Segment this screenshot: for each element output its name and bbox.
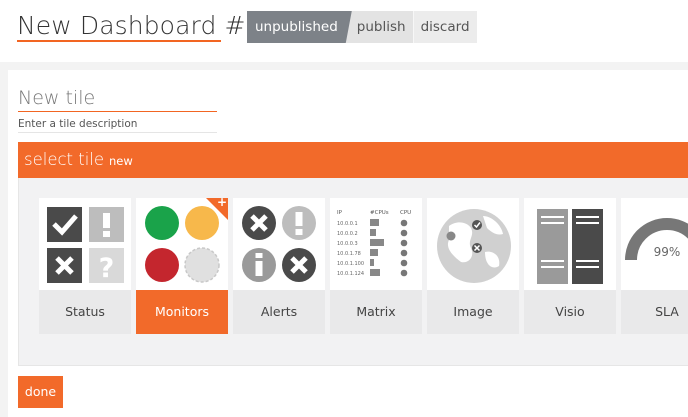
matrix-ip: 10.0.1.124 [337, 271, 364, 277]
tile-name-underline [18, 111, 217, 112]
tile-label: Image [427, 290, 519, 334]
matrix-ip: 10.0.0.3 [337, 241, 358, 247]
tile-visio[interactable]: Visio [524, 198, 616, 334]
tile-description-input[interactable]: Enter a tile description [18, 117, 137, 131]
matrix-ip: 10.0.0.2 [337, 231, 358, 237]
title-underline [17, 40, 221, 42]
sla-icon: 99% [621, 198, 688, 290]
visio-icon [524, 198, 616, 290]
sla-value-label: 99% [654, 245, 681, 259]
matrix-header-cpus: #CPUs [370, 210, 389, 216]
dashboard-header: New Dashboard #2 unpublished publish dis… [0, 0, 688, 62]
tile-sla[interactable]: 99% SLA [621, 198, 688, 334]
done-button[interactable]: done [18, 376, 63, 408]
tile-label: Alerts [233, 290, 325, 334]
tile-monitors[interactable]: + Monitors [136, 195, 228, 334]
select-tile-bar: select tile new [18, 142, 688, 178]
alerts-icon [233, 198, 325, 290]
matrix-ip: 10.0.1.100 [337, 261, 364, 267]
add-icon: + [216, 195, 227, 209]
unpublished-status[interactable]: unpublished [247, 11, 352, 43]
dashboard-title-input[interactable]: New Dashboard #2 [17, 10, 262, 42]
matrix-header-cpu: CPU [400, 210, 411, 216]
publish-status-group: unpublished publish discard [247, 11, 477, 43]
tile-label: Status [39, 290, 131, 334]
matrix-header-ip: IP [337, 210, 343, 216]
svg-text:?: ? [99, 253, 115, 284]
new-tile-link[interactable]: new [109, 154, 133, 168]
tile-label: SLA [621, 290, 688, 334]
image-icon [427, 198, 519, 290]
tile-status[interactable]: ? Status [39, 198, 131, 334]
tile-name-input[interactable]: New tile [18, 86, 95, 110]
tile-image[interactable]: Image [427, 198, 519, 334]
tile-alerts[interactable]: Alerts [233, 198, 325, 334]
matrix-ip: 10.0.1.78 [337, 251, 361, 257]
tile-matrix[interactable]: IP #CPUs CPU 10.0.0.1 10.0.0.2 10.0.0.3 … [330, 198, 422, 334]
tile-label: Visio [524, 290, 616, 334]
tile-description-underline [18, 132, 217, 133]
matrix-ip: 10.0.0.1 [337, 221, 358, 227]
status-icon: ? [39, 198, 131, 290]
tile-label: Matrix [330, 290, 422, 334]
discard-button[interactable]: discard [412, 11, 477, 43]
matrix-icon: IP #CPUs CPU 10.0.0.1 10.0.0.2 10.0.0.3 … [330, 198, 422, 290]
publish-button[interactable]: publish [345, 11, 413, 43]
tile-label: Monitors [136, 290, 228, 334]
select-tile-title: select tile [24, 150, 105, 169]
